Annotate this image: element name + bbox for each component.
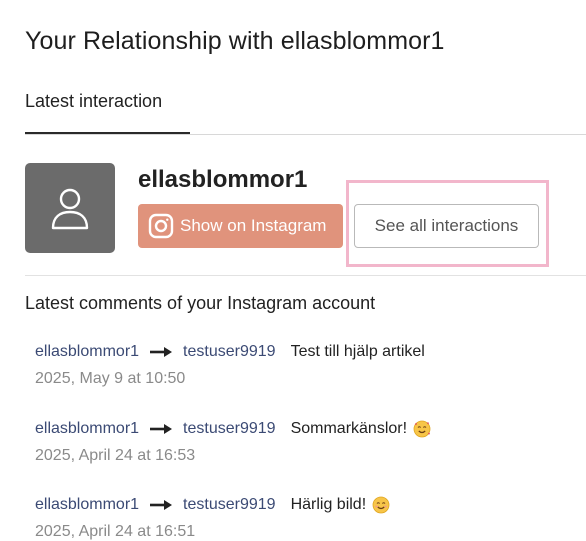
section-divider xyxy=(25,275,586,276)
comment-date: 2025, May 9 at 10:50 xyxy=(35,370,186,387)
comment-to-user-link[interactable]: testuser9919 xyxy=(183,343,276,361)
show-on-instagram-label: Show on Instagram xyxy=(180,216,327,235)
comment-to-user-link[interactable]: testuser9919 xyxy=(183,420,276,438)
page-title: Your Relationship with ellasblommor1 xyxy=(25,27,445,55)
comment-item: ellasblommor1 testuser9919 Test till hjä… xyxy=(35,343,425,388)
smiling-face-hearts-icon xyxy=(413,420,431,438)
profile-username: ellasblommor1 xyxy=(138,166,308,193)
comment-from-user-link[interactable]: ellasblommor1 xyxy=(35,343,139,361)
tab-divider xyxy=(25,134,586,135)
show-on-instagram-button[interactable]: Show on Instagram xyxy=(138,204,343,248)
comment-text: Sommarkänslor! xyxy=(290,420,408,437)
comment-date: 2025, April 24 at 16:53 xyxy=(35,447,196,464)
arrow-right-icon xyxy=(149,346,173,358)
comment-from-user-link[interactable]: ellasblommor1 xyxy=(35,496,139,514)
tab-latest-interaction[interactable]: Latest interaction xyxy=(25,91,162,112)
see-all-interactions-button[interactable]: See all interactions xyxy=(354,204,539,248)
user-icon xyxy=(51,188,89,230)
comment-to-user-link[interactable]: testuser9919 xyxy=(183,496,276,514)
smiling-face-icon xyxy=(372,496,390,514)
comment-date: 2025, April 24 at 16:51 xyxy=(35,523,196,540)
avatar xyxy=(25,163,115,253)
arrow-right-icon xyxy=(149,423,173,435)
comment-from-user-link[interactable]: ellasblommor1 xyxy=(35,420,139,438)
instagram-icon xyxy=(148,213,174,239)
comment-text: Härlig bild! xyxy=(290,496,367,513)
arrow-right-icon xyxy=(149,499,173,511)
comment-item: ellasblommor1 testuser9919 Härlig bild! … xyxy=(35,496,390,541)
comment-item: ellasblommor1 testuser9919 Sommarkänslor… xyxy=(35,420,431,465)
comment-text: Test till hjälp artikel xyxy=(290,343,425,360)
comments-section-title: Latest comments of your Instagram accoun… xyxy=(25,293,376,313)
